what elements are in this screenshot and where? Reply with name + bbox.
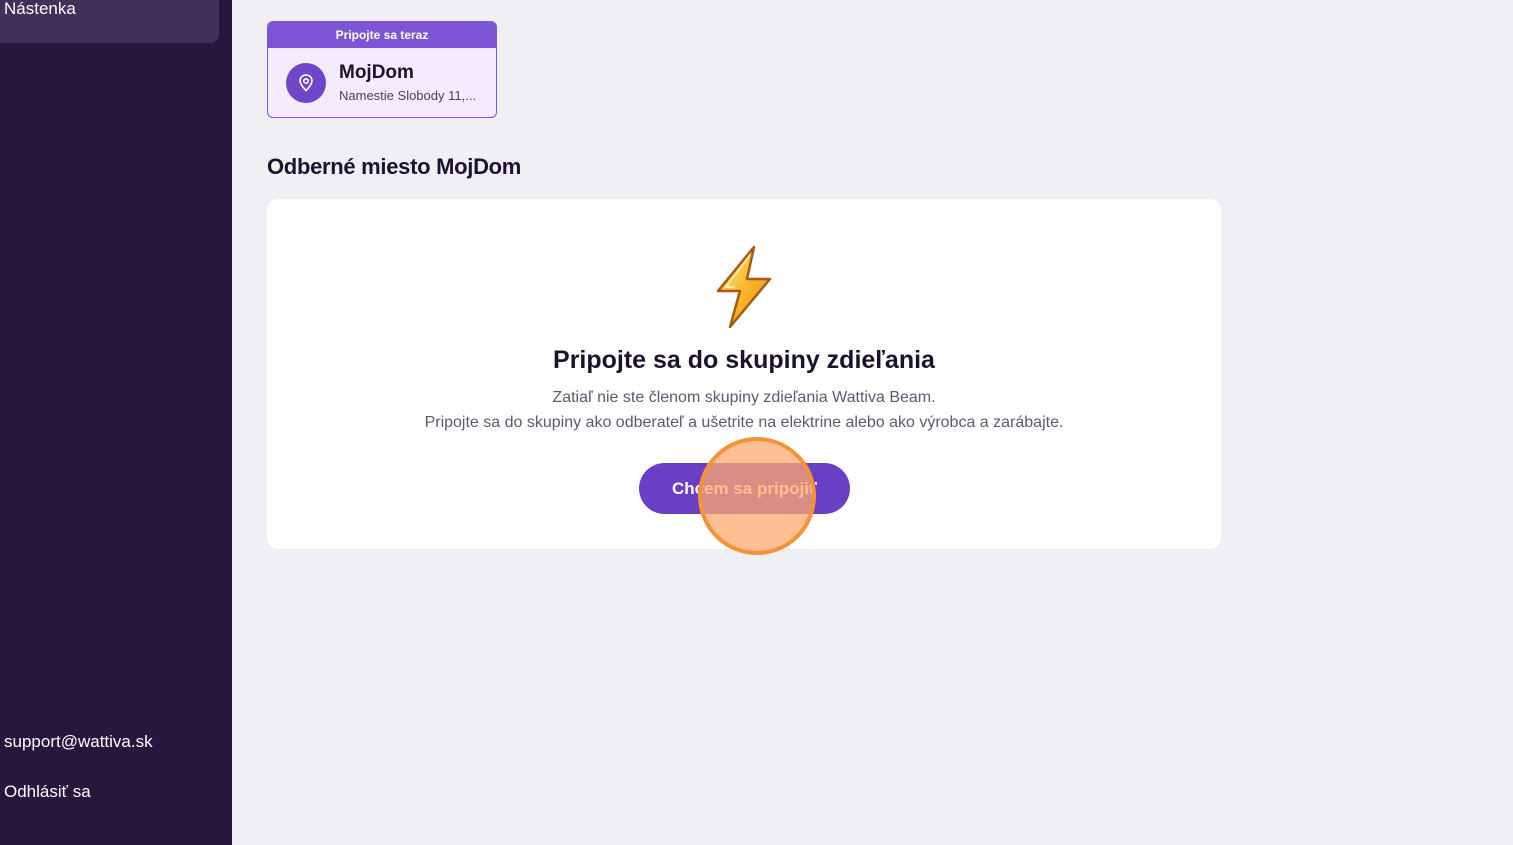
logout-button[interactable]: Odhlásiť sa (4, 782, 91, 802)
support-email-link[interactable]: support@wattiva.sk (4, 732, 153, 752)
join-description-line-1: Zatiaľ nie ste členom skupiny zdieľania … (552, 389, 936, 406)
supply-point-address: Namestie Slobody 11,... (339, 88, 477, 103)
sidebar-item-label: Nástenka (4, 0, 76, 18)
supply-point-card[interactable]: Pripojte sa teraz MojDom Namestie Slobod… (267, 21, 497, 118)
lightning-bolt-icon (710, 245, 780, 329)
join-group-card: Pripojte sa do skupiny zdieľania Zatiaľ … (267, 199, 1221, 549)
sidebar: Nástenka support@wattiva.sk Odhlásiť sa (0, 0, 232, 845)
sidebar-item-dashboard[interactable]: Nástenka (0, 0, 219, 43)
join-title: Pripojte sa do skupiny zdieľania (553, 346, 935, 374)
connect-now-badge: Pripojte sa teraz (268, 22, 496, 48)
join-description-line-2: Pripojte sa do skupiny ako odberateľ a u… (424, 414, 1064, 431)
supply-point-name: MojDom (339, 62, 414, 83)
map-pin-icon (286, 63, 326, 103)
join-group-button[interactable]: Chcem sa pripojiť (639, 463, 850, 514)
page-title: Odberné miesto MojDom (267, 154, 522, 179)
